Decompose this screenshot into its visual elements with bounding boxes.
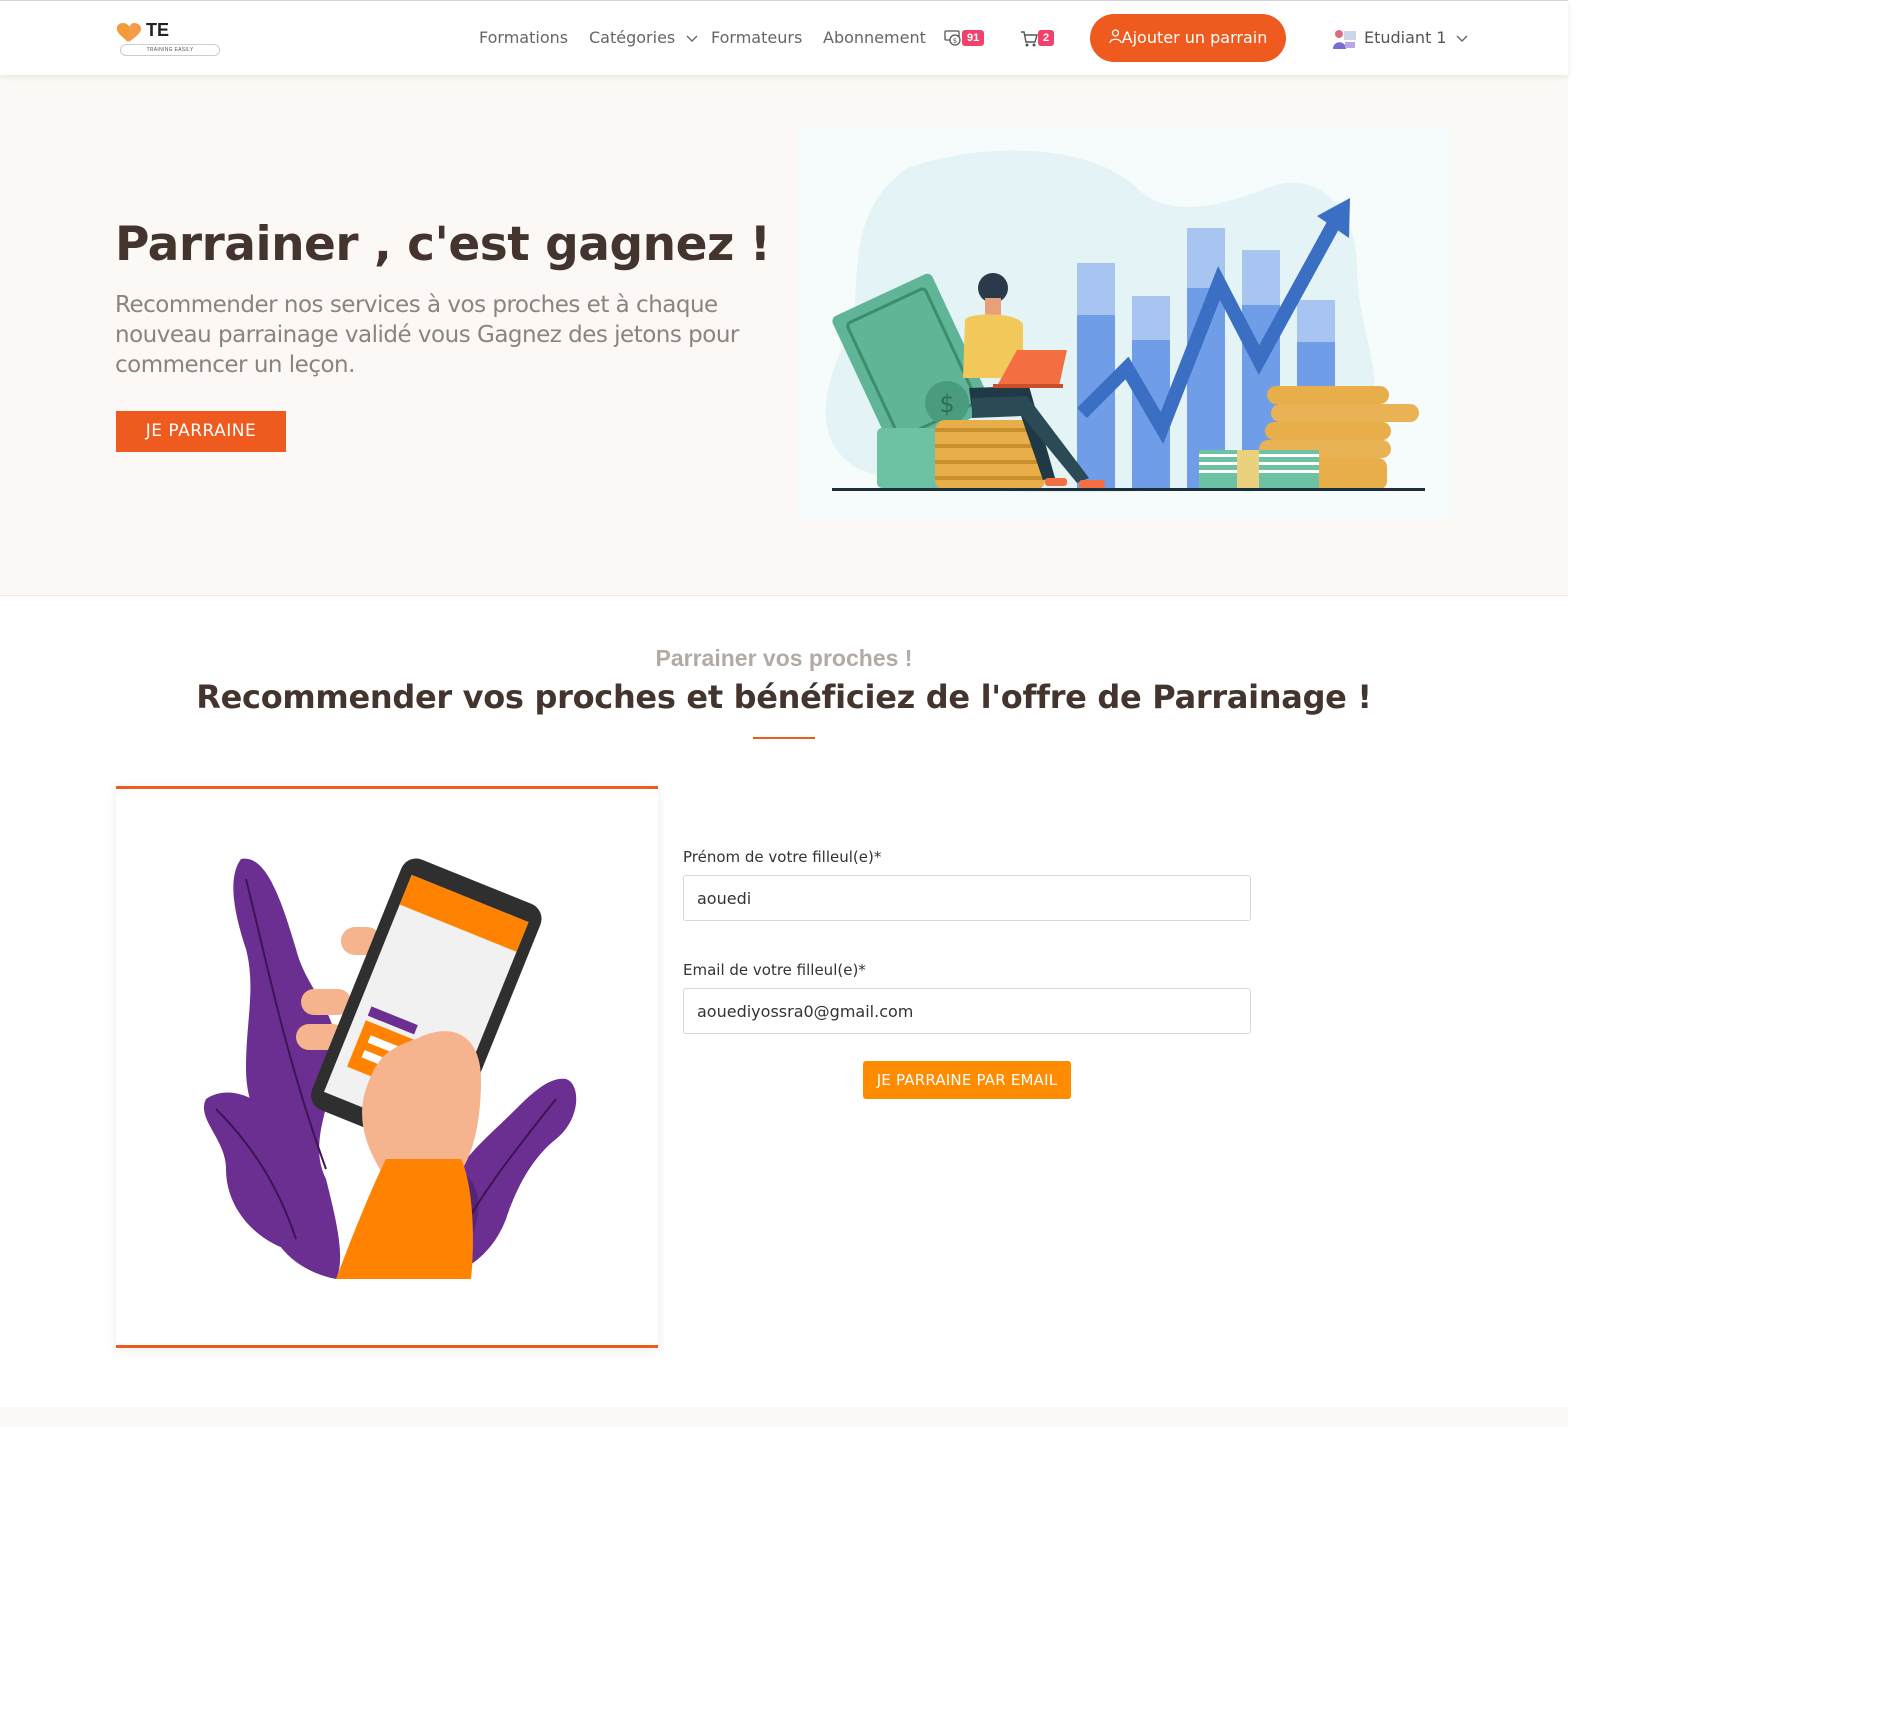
user-name: Etudiant 1 — [1364, 28, 1468, 47]
add-sponsor-button[interactable]: Ajouter un parrain — [1090, 14, 1286, 62]
navbar: TE TRAINING EASILY Formations Catégories… — [0, 1, 1568, 75]
tokens-button[interactable]: $ 91 — [944, 28, 992, 48]
sponsor-by-email-button[interactable]: JE PARRAINE PAR EMAIL — [863, 1061, 1071, 1099]
add-sponsor-label: Ajouter un parrain — [1121, 28, 1268, 47]
logo-tagline: TRAINING EASILY — [120, 44, 220, 56]
nav-categories[interactable]: Catégories — [589, 28, 698, 47]
section-divider — [0, 595, 1568, 596]
title-underline — [753, 737, 815, 739]
cart-badge: 2 — [1038, 30, 1055, 46]
logo-text: TE — [146, 20, 170, 40]
hero-section: Parrainer , c'est gagnez ! Recommender n… — [0, 75, 1568, 595]
nav-abonnement[interactable]: Abonnement — [823, 28, 926, 47]
heart-logo-icon — [116, 23, 142, 42]
svg-text:$: $ — [953, 37, 957, 45]
chevron-down-icon — [1456, 35, 1468, 42]
section-subtitle: Parrainer vos proches ! — [655, 645, 913, 671]
cart-icon — [1021, 31, 1038, 47]
logo[interactable]: TE TRAINING EASILY — [116, 20, 220, 56]
phone-in-hand-illustration — [203, 858, 577, 1279]
section-title: Recommender vos proches et bénéficiez de… — [196, 678, 1372, 716]
user-icon — [1108, 29, 1122, 44]
nav-formateurs[interactable]: Formateurs — [711, 28, 802, 47]
hero-title: Parrainer , c'est gagnez ! — [115, 217, 771, 272]
avatar — [1333, 30, 1356, 49]
footer-strip — [0, 1407, 1568, 1427]
email-input[interactable] — [683, 988, 1251, 1034]
cart-button[interactable]: 2 — [1020, 28, 1060, 48]
hero-description: Recommender nos services à vos proches e… — [115, 292, 739, 378]
sponsor-button[interactable]: JE PARRAINE — [116, 411, 286, 452]
first-name-input[interactable] — [683, 875, 1251, 921]
first-name-label: Prénom de votre filleul(e)* — [683, 848, 882, 866]
illustration-card — [116, 786, 658, 1348]
coins-icon: $ — [944, 30, 961, 46]
chevron-down-icon — [686, 35, 698, 42]
growth-illustration: $ — [797, 128, 1453, 520]
tokens-badge: 91 — [962, 30, 985, 46]
user-name-text: Etudiant 1 — [1364, 28, 1447, 47]
svg-text:$: $ — [939, 390, 954, 418]
nav-formations[interactable]: Formations — [479, 28, 568, 47]
nav-categories-label: Catégories — [589, 28, 676, 47]
email-label: Email de votre filleul(e)* — [683, 961, 866, 979]
